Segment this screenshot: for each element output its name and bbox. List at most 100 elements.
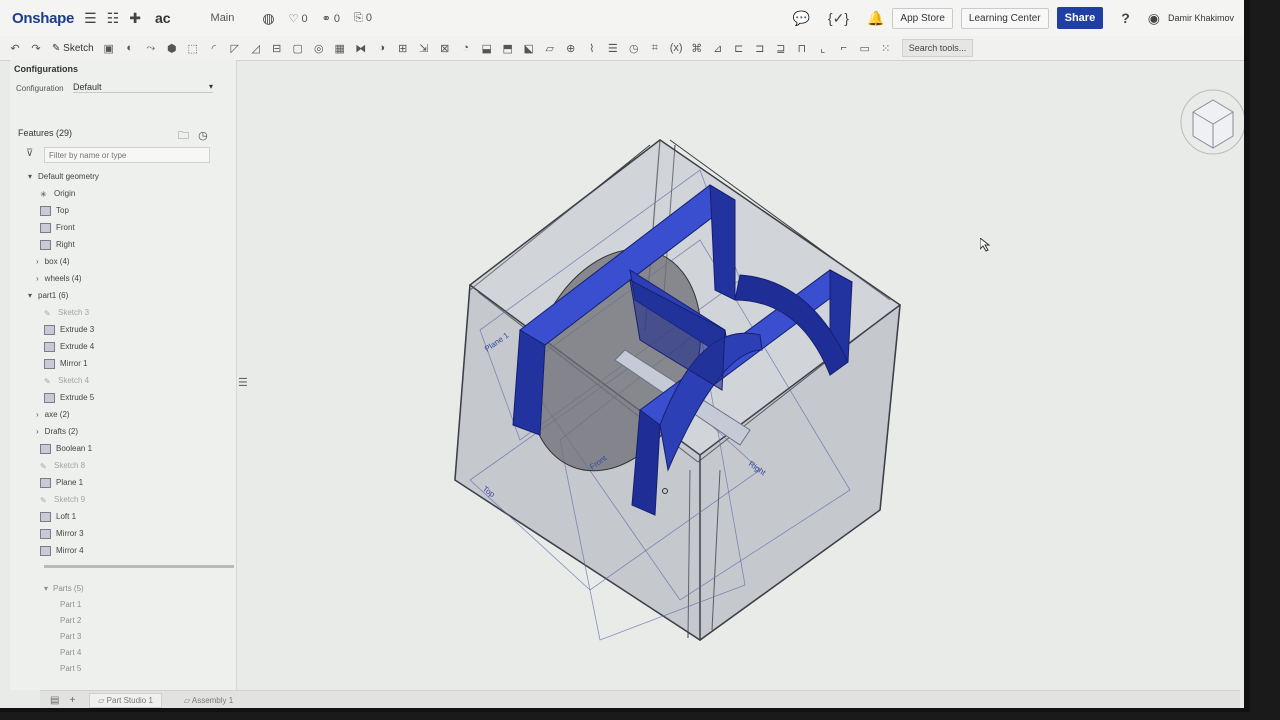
mate-connector-icon[interactable]: ⊕ [565, 42, 577, 55]
measure-icon[interactable]: ◷ [628, 42, 640, 55]
view-cube[interactable]: ▾ [1178, 80, 1248, 180]
help-icon[interactable]: ? [1121, 10, 1130, 26]
configuration-select[interactable]: Default ▾ [73, 82, 213, 93]
notifications-icon[interactable]: 🔔 [867, 10, 884, 27]
pattern-icon[interactable]: ▦ [334, 42, 346, 55]
links-count[interactable]: ⚭ 0 [322, 12, 340, 25]
menu-icon[interactable]: ☰ [84, 10, 97, 27]
delete-part-icon[interactable]: ⊠ [439, 42, 451, 55]
part-list-item[interactable]: Part 4 [10, 644, 236, 660]
replace-face-icon[interactable]: ⬒ [502, 42, 514, 55]
unfold-icon[interactable]: ⌐ [838, 42, 850, 54]
feature-tree-item[interactable]: › box (4) [10, 253, 236, 270]
onshape-logo[interactable]: Onshape [12, 10, 74, 27]
cs-icon[interactable]: ▭ [859, 42, 871, 55]
hole-icon[interactable]: ◎ [313, 42, 325, 55]
sweep-icon[interactable]: ⤳ [145, 42, 157, 55]
featurescript-icon[interactable]: {✓} [828, 10, 849, 27]
chevron-right-icon[interactable]: › [36, 257, 39, 266]
part-list-item[interactable]: Part 2 [10, 612, 236, 628]
chevron-right-icon[interactable]: › [36, 410, 39, 419]
rib-icon[interactable]: ⊟ [271, 42, 283, 55]
feature-tree-item[interactable]: Mirror 4 [10, 542, 236, 559]
split-icon[interactable]: ⊞ [397, 42, 409, 55]
feature-tree-item[interactable]: Top [10, 202, 236, 219]
modify-fillet-icon[interactable]: ◔ [460, 42, 472, 54]
document-settings-icon[interactable]: ☷ [107, 10, 120, 27]
likes-count[interactable]: ♡ 0 [289, 12, 308, 25]
feature-tree-item[interactable]: ✎ Sketch 4 [10, 372, 236, 389]
form-icon[interactable]: ⊓ [796, 42, 808, 55]
tab-icon[interactable]: ⊐ [754, 42, 766, 55]
mirror-icon[interactable]: ⧓ [355, 42, 367, 55]
feature-tree-item[interactable]: › axe (2) [10, 406, 236, 423]
share-button[interactable]: Share [1056, 7, 1104, 29]
feature-tree-item[interactable]: ✳ Origin [10, 185, 236, 202]
fillet-icon[interactable]: ◜ [208, 42, 220, 55]
feature-tree-item[interactable]: Extrude 4 [10, 338, 236, 355]
extrude-icon[interactable]: ▣ [103, 42, 115, 55]
feature-tree-item[interactable]: ✎ Sketch 8 [10, 457, 236, 474]
bend-icon[interactable]: ⊒ [775, 42, 787, 55]
feature-tree-item[interactable]: ✎ Sketch 3 [10, 304, 236, 321]
feature-tree-item[interactable]: ▾ Default geometry [10, 168, 236, 185]
thicken-icon[interactable]: ⬚ [187, 42, 199, 55]
shell-icon[interactable]: ▢ [292, 42, 304, 55]
undo-icon[interactable]: ↶ [9, 42, 21, 55]
parts-header[interactable]: ▾ Parts (5) [10, 580, 236, 596]
chevron-right-icon[interactable]: › [36, 427, 39, 436]
panel-splitter[interactable] [44, 565, 234, 568]
sheet-metal-icon[interactable]: ⊿ [712, 42, 724, 55]
comment-icon[interactable]: 💬 [792, 10, 809, 27]
boolean-icon[interactable]: ◑ [376, 42, 388, 54]
new-folder-icon[interactable]: 🗀 [178, 130, 189, 142]
user-name[interactable]: Damir Khakimov [1168, 13, 1234, 23]
add-tab-icon[interactable]: + [69, 695, 75, 706]
learning-center-button[interactable]: Learning Center [960, 7, 1049, 29]
feature-tree-item[interactable]: Front [10, 219, 236, 236]
offset-surface-icon[interactable]: ⬕ [523, 42, 535, 55]
draft-icon[interactable]: ◿ [250, 42, 262, 55]
chevron-down-icon[interactable]: ▾ [28, 172, 32, 181]
feature-tree-item[interactable]: Right [10, 236, 236, 253]
part-list-item[interactable]: Part 5 [10, 660, 236, 676]
globe-icon[interactable]: ◍ [262, 10, 274, 27]
feature-tree-item[interactable]: › wheels (4) [10, 270, 236, 287]
helix-icon[interactable]: ⌇ [586, 42, 598, 55]
revolve-icon[interactable]: ◐ [124, 42, 136, 54]
chevron-down-icon[interactable]: ▾ [28, 291, 32, 300]
chevron-right-icon[interactable]: › [36, 274, 39, 283]
sketch-button[interactable]: ✎ Sketch [52, 43, 94, 54]
feature-tree-item[interactable]: Plane 1 [10, 474, 236, 491]
feature-tree-item[interactable]: Mirror 3 [10, 525, 236, 542]
part-list-item[interactable]: Part 1 [10, 596, 236, 612]
plane-icon[interactable]: ▱ [544, 42, 556, 55]
tab-part-studio-1[interactable]: ▱ Part Studio 1 [89, 692, 162, 708]
corner-icon[interactable]: ⌞ [817, 42, 829, 55]
variable-icon[interactable]: ☰ [607, 42, 619, 55]
tab-assembly-1[interactable]: ▱ Assembly 1 [176, 694, 241, 707]
section-icon[interactable]: ⌗ [649, 42, 661, 55]
feature-tree-item[interactable]: Loft 1 [10, 508, 236, 525]
custom-feature-icon[interactable]: ⁙ [880, 42, 892, 55]
feature-tree-item[interactable]: ▾ part1 (6) [10, 287, 236, 304]
feature-tree-item[interactable]: ✎ Sketch 9 [10, 491, 236, 508]
feature-tree-item[interactable]: › Drafts (2) [10, 423, 236, 440]
feature-tree-item[interactable]: Extrude 3 [10, 321, 236, 338]
feature-tree-item[interactable]: Extrude 5 [10, 389, 236, 406]
feature-tree-item[interactable]: Boolean 1 [10, 440, 236, 457]
feature-filter-input[interactable] [44, 147, 210, 163]
redo-icon[interactable]: ↷ [30, 42, 42, 55]
flange-icon[interactable]: ⊏ [733, 42, 745, 55]
rollback-clock-icon[interactable]: ◷ [198, 130, 208, 142]
move-face-icon[interactable]: ⬓ [481, 42, 493, 55]
loft-icon[interactable]: ⬢ [166, 42, 178, 55]
document-name[interactable]: ac [155, 10, 171, 26]
transform-icon[interactable]: ⇲ [418, 42, 430, 55]
fit-spline-icon[interactable]: ⌘ [691, 42, 703, 55]
branch-name[interactable]: Main [211, 12, 235, 24]
part-list-item[interactable]: Part 3 [10, 628, 236, 644]
chamfer-icon[interactable]: ◸ [229, 42, 241, 55]
tab-manager-icon[interactable]: ▤ [50, 695, 59, 706]
app-store-button[interactable]: App Store [892, 7, 953, 29]
